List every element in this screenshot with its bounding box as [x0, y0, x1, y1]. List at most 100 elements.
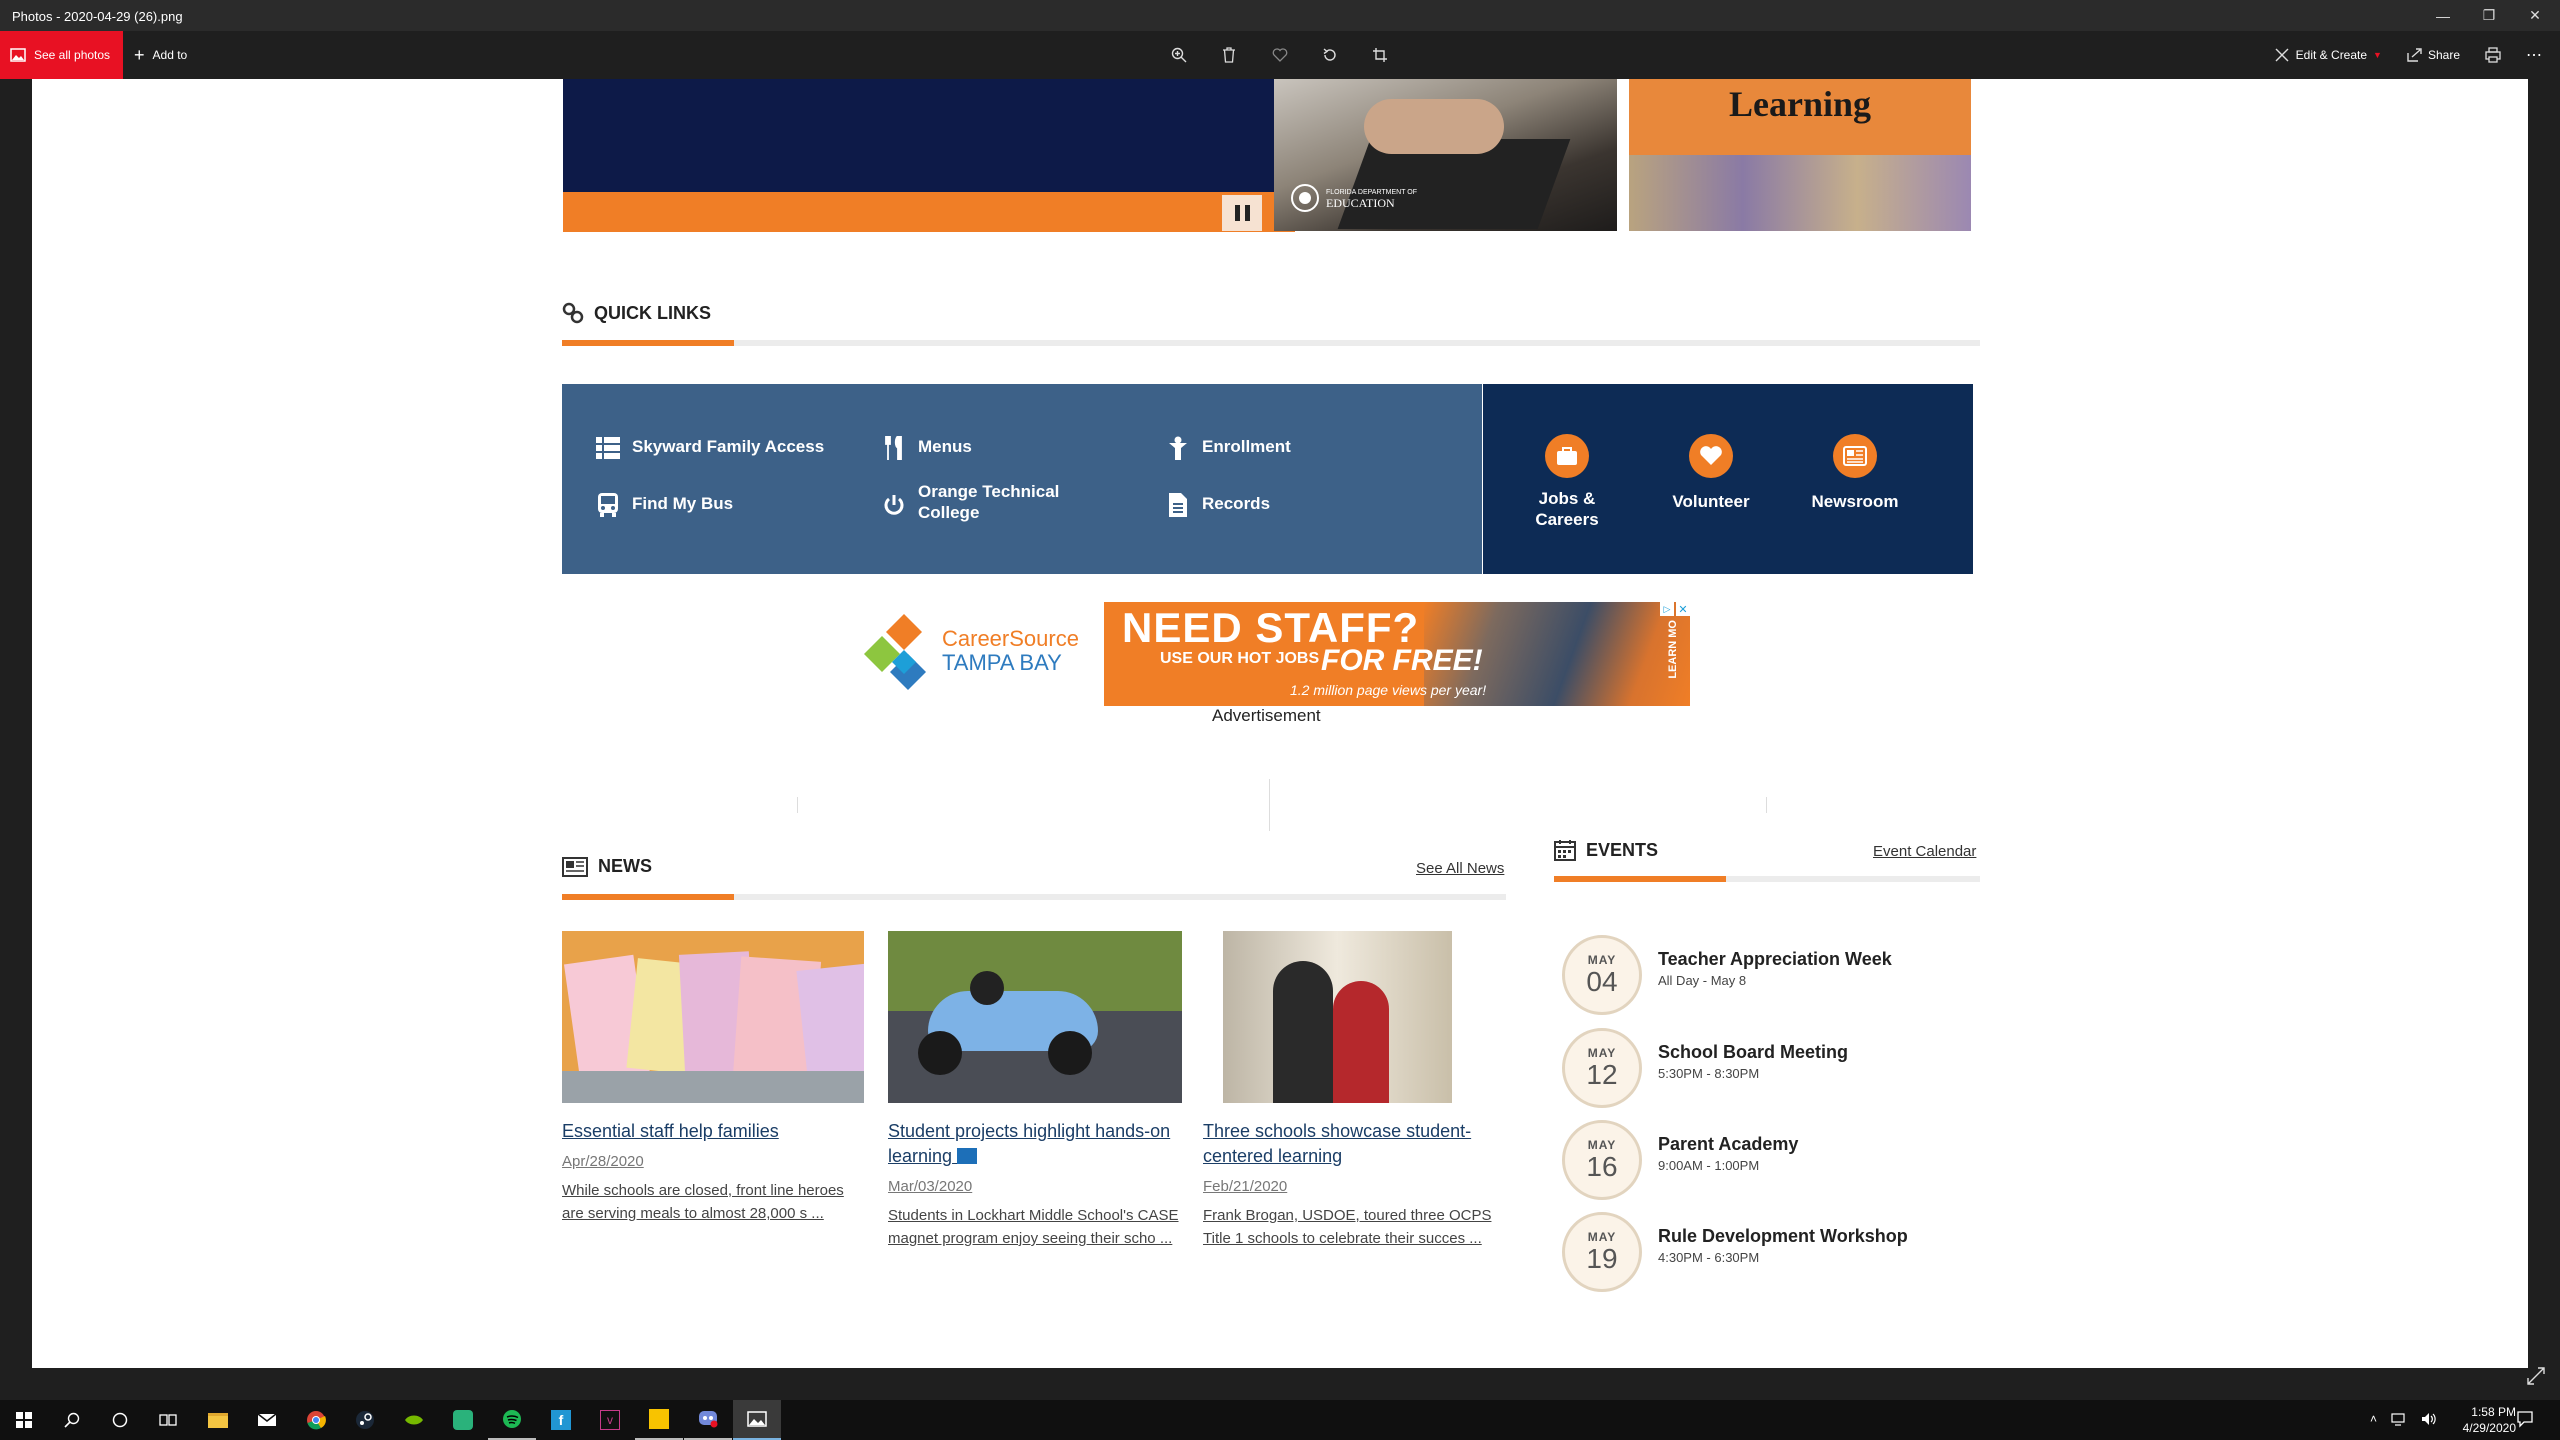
quick-link-find-my-bus[interactable]: Find My Bus — [596, 493, 733, 517]
ad-choices-icon[interactable]: ▷ — [1660, 602, 1674, 616]
news-image-notes[interactable] — [562, 931, 864, 1103]
ad-learn-more[interactable]: LEARN MO — [1667, 620, 1679, 679]
taskbar-chrome[interactable] — [292, 1400, 340, 1440]
event-name[interactable]: Rule Development Workshop — [1658, 1226, 1908, 1247]
trash-icon — [1223, 47, 1235, 63]
event-item[interactable]: MAY 19 Rule Development Workshop 4:30PM - … — [1562, 1212, 1908, 1292]
share-button[interactable]: Share — [2406, 47, 2460, 63]
event-date-badge: MAY 16 — [1562, 1120, 1642, 1200]
folder-icon — [208, 1412, 228, 1428]
ad-close-icon[interactable]: ✕ — [1676, 602, 1690, 616]
slide-heading: Learning — [1728, 84, 1871, 124]
share-label: Share — [2427, 48, 2460, 62]
event-day: 04 — [1586, 966, 1618, 997]
news-item-date[interactable]: Mar/03/2020 — [888, 1178, 1182, 1195]
task-view-button[interactable] — [144, 1400, 192, 1440]
clock-time: 1:58 PM — [2471, 1405, 2516, 1419]
taskbar-photos[interactable] — [733, 1400, 781, 1440]
fullscreen-button[interactable] — [2524, 1364, 2548, 1388]
quick-link-orange-technical-college[interactable]: Orange Technical College — [882, 481, 1082, 523]
taskbar-clock[interactable]: 1:58 PM 4/29/2020 — [2463, 1404, 2516, 1436]
window-title: Photos - 2020-04-29 (26).png — [12, 9, 183, 24]
taskbar-vegas[interactable]: v — [586, 1400, 634, 1440]
taskbar-sticky-notes[interactable] — [635, 1400, 683, 1440]
taskbar-file-explorer[interactable] — [194, 1400, 242, 1440]
event-item[interactable]: MAY 04 Teacher Appreciation Week All Day -… — [1562, 935, 1892, 1015]
event-item[interactable]: MAY 12 School Board Meeting 5:30PM - 8:30P… — [1562, 1028, 1848, 1108]
add-to-button[interactable]: + Add to — [134, 31, 187, 79]
news-item-title[interactable]: Essential staff help families — [562, 1119, 864, 1144]
event-calendar-link[interactable]: Event Calendar — [1873, 843, 1976, 860]
slideshow-pause-button[interactable] — [1222, 195, 1262, 231]
utensils-icon — [882, 436, 906, 460]
quick-link-skyward[interactable]: Skyward Family Access — [596, 436, 824, 460]
featured-newsroom[interactable]: Newsroom — [1747, 434, 1963, 512]
taskbar-geforce[interactable] — [390, 1400, 438, 1440]
quick-links-title: QUICK LINKS — [594, 302, 711, 323]
news-image-car[interactable] — [888, 931, 1182, 1103]
news-item-date[interactable]: Feb/21/2020 — [1203, 1178, 1503, 1195]
edit-create-button[interactable]: Edit & Create ▼ — [2274, 47, 2382, 63]
print-button[interactable] — [2484, 47, 2502, 63]
action-center-button[interactable] — [2516, 1410, 2536, 1430]
volume-icon[interactable] — [2421, 1412, 2437, 1426]
zoom-button[interactable] — [1163, 39, 1195, 71]
slide-typing-laptop[interactable]: FLORIDA DEPARTMENT OF EDUCATION — [1274, 79, 1617, 231]
see-all-photos-button[interactable]: See all photos — [0, 31, 123, 79]
favorite-button[interactable] — [1264, 39, 1296, 71]
event-name[interactable]: School Board Meeting — [1658, 1042, 1848, 1063]
taskbar-mail[interactable] — [243, 1400, 291, 1440]
slide-distance-learning[interactable]: Learning — [1629, 79, 1971, 231]
see-all-news-link[interactable]: See All News — [1416, 860, 1504, 877]
task-view-icon — [159, 1414, 177, 1426]
restore-button[interactable]: ❐ — [2466, 0, 2512, 31]
rotate-button[interactable] — [1314, 39, 1346, 71]
cortana-button[interactable] — [96, 1400, 144, 1440]
taskbar-steam[interactable] — [341, 1400, 389, 1440]
start-button[interactable] — [0, 1400, 48, 1440]
event-name[interactable]: Teacher Appreciation Week — [1658, 949, 1892, 970]
news-item[interactable]: Student projects highlight hands-on lear… — [888, 931, 1182, 1250]
news-rule — [562, 894, 1506, 900]
search-button[interactable] — [48, 1400, 96, 1440]
taskbar-app[interactable] — [439, 1400, 487, 1440]
notification-icon — [2517, 1411, 2533, 1428]
share-icon — [2407, 48, 2422, 62]
taskbar-fontforge[interactable]: f — [537, 1400, 585, 1440]
hero-slide[interactable] — [563, 79, 1295, 192]
taskbar-spotify[interactable] — [488, 1400, 536, 1440]
taskbar-discord[interactable] — [684, 1400, 732, 1440]
news-item[interactable]: Essential staff help families Apr/28/202… — [562, 931, 864, 1225]
event-item[interactable]: MAY 16 Parent Academy 9:00AM - 1:00PM — [1562, 1120, 1798, 1200]
news-item-date[interactable]: Apr/28/2020 — [562, 1153, 864, 1170]
advertisement-banner[interactable]: CareerSource TAMPA BAY NEED STAFF? USE O… — [864, 602, 1690, 706]
quick-link-label: Orange Technical College — [918, 482, 1060, 522]
event-name[interactable]: Parent Academy — [1658, 1134, 1798, 1155]
quick-link-enrollment[interactable]: Enrollment — [1166, 436, 1291, 460]
news-item-title[interactable]: Student projects highlight hands-on lear… — [888, 1119, 1182, 1169]
close-button[interactable]: ✕ — [2512, 0, 2558, 31]
network-icon[interactable] — [2391, 1412, 2407, 1426]
delete-button[interactable] — [1213, 39, 1245, 71]
quick-link-menus[interactable]: Menus — [882, 436, 972, 460]
news-title: NEWS — [598, 856, 652, 876]
news-item[interactable]: Three schools showcase student-centered … — [1203, 931, 1503, 1250]
news-image-classroom[interactable] — [1223, 931, 1452, 1103]
featured-links-panel: Jobs & Careers Volunteer Newsroom — [1483, 384, 1973, 574]
chevron-down-icon: ▼ — [2373, 50, 2382, 60]
minimize-button[interactable]: — — [2420, 0, 2466, 31]
sticky-note-icon — [649, 1409, 669, 1429]
chevron-up-icon[interactable]: ˄ — [2370, 1412, 2377, 1426]
v-app-icon: v — [600, 1410, 620, 1430]
news-item-desc[interactable]: While schools are closed, front line her… — [562, 1179, 864, 1225]
zoom-icon — [1171, 47, 1187, 63]
separator — [1269, 779, 1270, 831]
crop-button[interactable] — [1364, 39, 1396, 71]
quick-link-records[interactable]: Records — [1166, 493, 1270, 517]
news-item-desc[interactable]: Students in Lockhart Middle School's CAS… — [888, 1204, 1182, 1250]
advertisement-label: Advertisement — [1212, 706, 1321, 725]
news-item-desc[interactable]: Frank Brogan, USDOE, toured three OCPS T… — [1203, 1204, 1503, 1250]
more-options-button[interactable]: ⋯ — [2526, 45, 2542, 65]
news-item-title[interactable]: Three schools showcase student-centered … — [1203, 1119, 1503, 1169]
table-icon — [596, 436, 620, 460]
